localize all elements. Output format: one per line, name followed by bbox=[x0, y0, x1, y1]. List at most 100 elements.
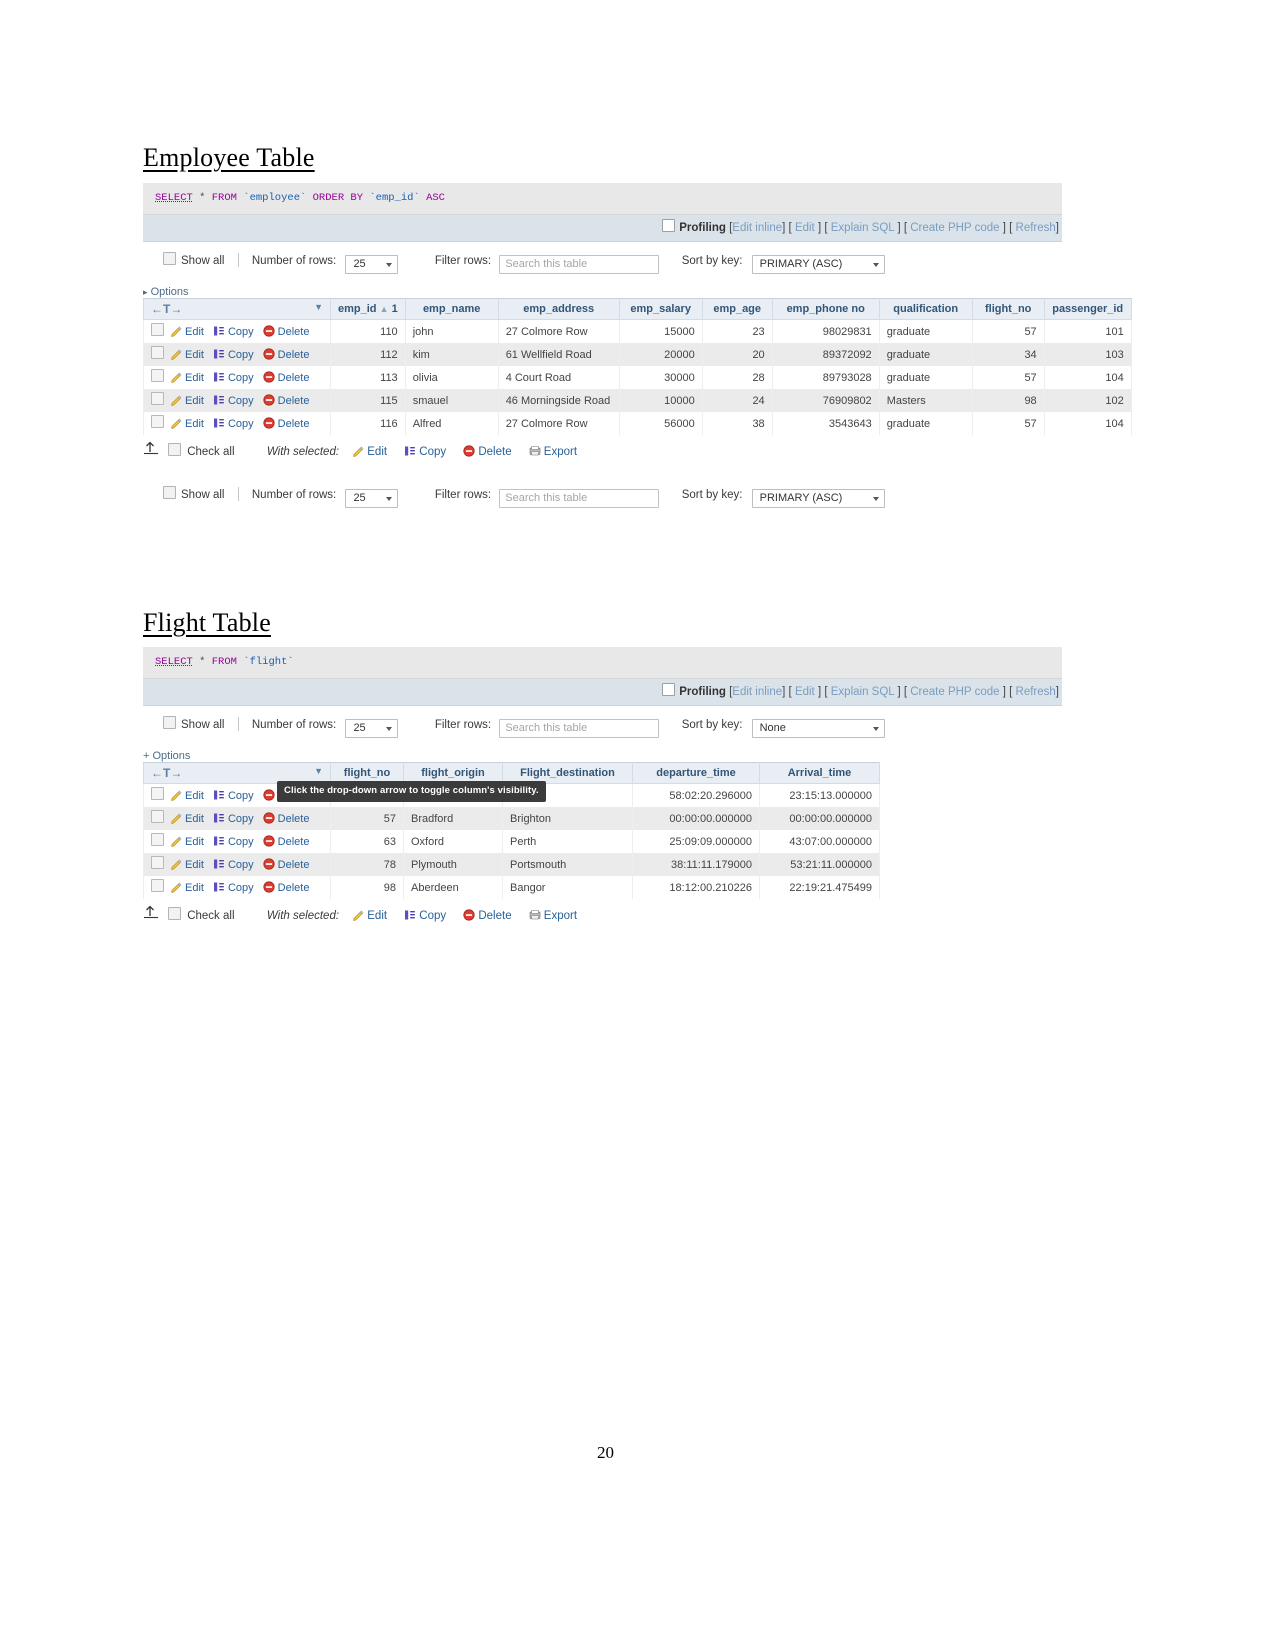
cell-arrival-time[interactable]: 22:19:21.475499 bbox=[759, 876, 880, 899]
row-copy-button[interactable]: Copy bbox=[213, 859, 254, 871]
cell-emp-salary[interactable]: 20000 bbox=[618, 343, 703, 366]
row-edit-button[interactable]: Edit bbox=[170, 372, 204, 384]
row-copy-button[interactable]: Copy bbox=[213, 372, 254, 384]
cell-emp-address[interactable]: 27 Colmore Row bbox=[497, 319, 620, 343]
bulk-delete-button[interactable]: Delete bbox=[463, 909, 514, 922]
bulk-copy-button[interactable]: Copy bbox=[404, 446, 449, 458]
profiling-checkbox[interactable] bbox=[662, 683, 676, 696]
bulk-delete-button[interactable]: Delete bbox=[463, 445, 514, 458]
link-edit[interactable]: Edit bbox=[795, 222, 815, 234]
column-header-emp-salary[interactable]: emp_salary bbox=[618, 298, 703, 320]
filter-rows-input[interactable]: Search this table bbox=[499, 719, 660, 738]
cell-emp-phone-no[interactable]: 89372092 bbox=[771, 343, 880, 366]
number-of-rows-select-bottom[interactable]: 25 bbox=[345, 489, 399, 508]
link-create-php-code[interactable]: Create PHP code bbox=[910, 686, 999, 698]
row-delete-button[interactable]: Delete bbox=[263, 394, 309, 407]
bulk-edit-button[interactable]: Edit bbox=[352, 446, 390, 458]
cell-qualification[interactable]: graduate bbox=[878, 366, 973, 389]
cell-passenger-id[interactable]: 103 bbox=[1043, 343, 1132, 366]
cell-emp-address[interactable]: 27 Colmore Row bbox=[497, 412, 620, 435]
cell-emp-salary[interactable]: 10000 bbox=[618, 389, 703, 412]
row-edit-button[interactable]: Edit bbox=[170, 395, 204, 407]
cell-flight-origin[interactable]: Oxford bbox=[403, 830, 503, 853]
cell-emp-name[interactable]: smauel bbox=[404, 389, 499, 412]
cell-departure-time[interactable]: 25:09:09.000000 bbox=[632, 830, 760, 853]
employee-options-toggle[interactable]: ▸ Options bbox=[143, 286, 189, 298]
cell-departure-time[interactable]: 58:02:20.296000 bbox=[632, 783, 760, 807]
arrow-up-icon[interactable] bbox=[143, 905, 165, 922]
column-header-emp-id[interactable]: emp_id ▲ 1 bbox=[330, 298, 406, 320]
cell-emp-address[interactable]: 61 Wellfield Road bbox=[497, 343, 620, 366]
row-delete-button[interactable]: Delete bbox=[263, 371, 309, 384]
cell-emp-address[interactable]: 46 Morningside Road bbox=[497, 389, 620, 412]
cell-flight-no[interactable]: 57 bbox=[330, 807, 404, 830]
cell-passenger-id[interactable]: 104 bbox=[1043, 412, 1132, 435]
column-visibility-header[interactable]: ←T→ ▼ bbox=[143, 298, 331, 320]
cell-flight-origin[interactable]: Bradford bbox=[403, 807, 503, 830]
cell-emp-salary[interactable]: 15000 bbox=[618, 319, 703, 343]
sort-by-key-select-bottom[interactable]: PRIMARY (ASC) bbox=[751, 489, 885, 508]
column-header-emp-address[interactable]: emp_address bbox=[497, 298, 620, 320]
row-delete-button[interactable]: Delete bbox=[263, 348, 309, 361]
cell-departure-time[interactable]: 00:00:00.000000 bbox=[632, 807, 760, 830]
link-refresh[interactable]: Refresh bbox=[1016, 222, 1056, 234]
row-edit-button[interactable]: Edit bbox=[170, 836, 204, 848]
cell-passenger-id[interactable]: 104 bbox=[1043, 366, 1132, 389]
bulk-export-button[interactable]: Export bbox=[529, 910, 577, 922]
row-select-checkbox[interactable] bbox=[151, 323, 164, 336]
cell-flight-no[interactable]: 98 bbox=[330, 876, 404, 899]
link-refresh[interactable]: Refresh bbox=[1016, 686, 1056, 698]
cell-passenger-id[interactable]: 102 bbox=[1043, 389, 1132, 412]
link-edit[interactable]: Edit bbox=[795, 686, 815, 698]
column-header-passenger-id[interactable]: passenger_id bbox=[1043, 298, 1132, 320]
column-header-departure-time[interactable]: departure_time bbox=[632, 762, 760, 784]
row-select-checkbox[interactable] bbox=[151, 810, 164, 823]
cell-emp-salary[interactable]: 30000 bbox=[618, 366, 703, 389]
cell-qualification[interactable]: graduate bbox=[878, 319, 973, 343]
cell-emp-name[interactable]: john bbox=[404, 319, 499, 343]
chevron-down-icon[interactable]: ▼ bbox=[314, 766, 323, 776]
flight-options-toggle[interactable]: + Options bbox=[143, 750, 190, 762]
cell-emp-age[interactable]: 20 bbox=[701, 343, 773, 366]
number-of-rows-select[interactable]: 25 bbox=[345, 255, 399, 274]
row-copy-button[interactable]: Copy bbox=[213, 326, 254, 338]
link-edit-inline[interactable]: Edit inline bbox=[732, 686, 782, 698]
cell-flight-no[interactable]: 57 bbox=[971, 319, 1045, 343]
row-copy-button[interactable]: Copy bbox=[213, 418, 254, 430]
cell-passenger-id[interactable]: 101 bbox=[1043, 319, 1132, 343]
cell-departure-time[interactable]: 18:12:00.210226 bbox=[632, 876, 760, 899]
row-copy-button[interactable]: Copy bbox=[213, 349, 254, 361]
cell-emp-age[interactable]: 28 bbox=[701, 366, 773, 389]
row-edit-button[interactable]: Edit bbox=[170, 790, 204, 802]
row-edit-button[interactable]: Edit bbox=[170, 859, 204, 871]
cell-emp-phone-no[interactable]: 98029831 bbox=[771, 319, 880, 343]
number-of-rows-select[interactable]: 25 bbox=[345, 719, 399, 738]
check-all-checkbox[interactable] bbox=[168, 907, 182, 920]
cell-emp-salary[interactable]: 56000 bbox=[618, 412, 703, 435]
row-edit-button[interactable]: Edit bbox=[170, 349, 204, 361]
show-all-checkbox-bottom[interactable] bbox=[163, 486, 176, 499]
row-select-checkbox[interactable] bbox=[151, 787, 164, 800]
row-delete-button[interactable]: Delete bbox=[263, 858, 309, 871]
filter-rows-input-bottom[interactable]: Search this table bbox=[499, 489, 660, 508]
column-header-emp-phone-no[interactable]: emp_phone no bbox=[771, 298, 880, 320]
column-header-flight-no[interactable]: flight_no bbox=[971, 298, 1045, 320]
cell-arrival-time[interactable]: 23:15:13.000000 bbox=[759, 783, 880, 807]
cell-emp-id[interactable]: 113 bbox=[330, 366, 406, 389]
row-select-checkbox[interactable] bbox=[151, 856, 164, 869]
cell-arrival-time[interactable]: 53:21:11.000000 bbox=[759, 853, 880, 876]
cell-emp-address[interactable]: 4 Court Road bbox=[497, 366, 620, 389]
show-all-checkbox[interactable] bbox=[163, 716, 176, 729]
cell-emp-id[interactable]: 116 bbox=[330, 412, 406, 435]
row-edit-button[interactable]: Edit bbox=[170, 882, 204, 894]
nav-arrows-icon[interactable]: ←T→ bbox=[151, 766, 182, 780]
cell-flight-no[interactable]: 63 bbox=[330, 830, 404, 853]
cell-flight-no[interactable]: 78 bbox=[330, 853, 404, 876]
row-select-checkbox[interactable] bbox=[151, 392, 164, 405]
cell-flight-destination[interactable]: Brighton bbox=[502, 807, 633, 830]
cell-arrival-time[interactable]: 43:07:00.000000 bbox=[759, 830, 880, 853]
link-explain-sql[interactable]: Explain SQL bbox=[831, 222, 895, 234]
cell-emp-phone-no[interactable]: 3543643 bbox=[771, 412, 880, 435]
cell-flight-destination[interactable]: Perth bbox=[502, 830, 633, 853]
column-header-emp-age[interactable]: emp_age bbox=[701, 298, 773, 320]
